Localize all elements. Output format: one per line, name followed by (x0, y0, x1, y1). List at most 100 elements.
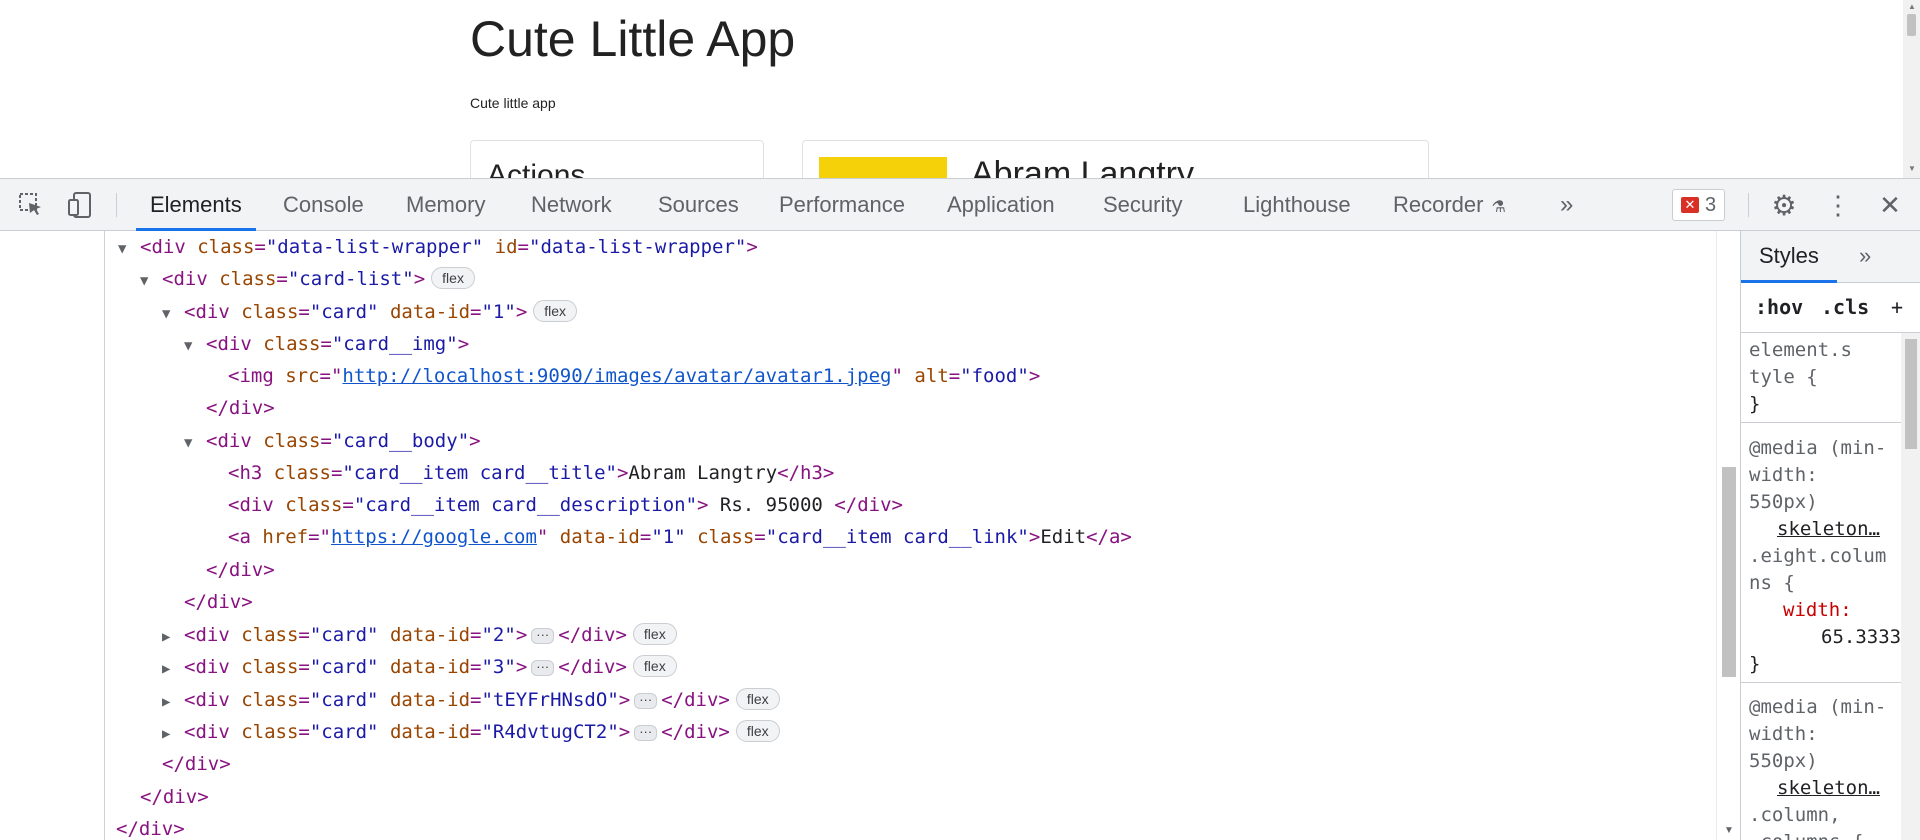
tab-elements[interactable]: Elements (136, 179, 256, 231)
tab-lighthouse[interactable]: Lighthouse (1229, 179, 1365, 231)
tree-node-close[interactable]: </div> (206, 554, 275, 586)
ellipsis-button[interactable]: ··· (634, 725, 658, 741)
tab-label: Recorder (1393, 192, 1484, 217)
ellipsis-button[interactable]: ··· (531, 660, 555, 676)
device-toolbar-icon[interactable] (64, 189, 96, 221)
attr-value: "R4dvtugCT2" (481, 721, 619, 743)
attr-value: "tEYFrHNsdO" (481, 689, 619, 711)
tab-styles[interactable]: Styles (1741, 231, 1837, 283)
tab-label: Sources (658, 192, 739, 217)
css-value[interactable]: 65.3333 (1749, 624, 1901, 651)
attr-value: "card" (309, 301, 379, 323)
attr-name: id (494, 236, 518, 258)
more-options-icon[interactable]: ⋮ (1822, 189, 1854, 221)
attr-name: class (241, 624, 299, 646)
attr-value: "card" (309, 721, 379, 743)
tree-node-card-4[interactable]: ▶ <div class="card" data-id="tEYFrHNsdO">… (162, 684, 780, 716)
href-link[interactable]: https://google.com (331, 526, 537, 548)
style-rule-columns[interactable]: @media (min- width: 550px) skeleton… .co… (1741, 690, 1901, 840)
devtools-panel: Elements Console Memory Network Sources … (0, 178, 1920, 840)
tab-memory[interactable]: Memory (392, 179, 499, 231)
tag-close: </div> (661, 721, 730, 743)
collapse-triangle-icon[interactable]: ▶ (162, 686, 184, 718)
tree-node-card-list[interactable]: ▼ <div class="card-list"> flex (140, 263, 475, 295)
flex-badge[interactable]: flex (632, 623, 677, 645)
page-scrollbar[interactable]: ▲ ▼ (1903, 0, 1920, 178)
tree-scrollbar[interactable]: ▼ (1716, 231, 1740, 840)
expand-triangle-icon[interactable]: ▼ (140, 265, 162, 297)
collapse-triangle-icon[interactable]: ▶ (162, 621, 184, 653)
gear-icon[interactable]: ⚙ (1768, 189, 1800, 221)
stylesheet-link[interactable]: skeleton… (1749, 775, 1901, 802)
tree-node-card-title[interactable]: <h3 class="card__item card__title">Abram… (228, 457, 834, 489)
tree-node-card-3[interactable]: ▶ <div class="card" data-id="3"> ··· </div>… (162, 651, 677, 683)
css-property[interactable]: width: (1749, 597, 1901, 624)
actions-heading: Actions (487, 159, 586, 178)
error-icon: ✕ (1681, 197, 1699, 213)
scrollbar-thumb[interactable] (1905, 339, 1917, 449)
flex-badge[interactable]: flex (632, 655, 677, 677)
scroll-up-icon[interactable]: ▲ (1908, 2, 1916, 11)
tree-node-card-img[interactable]: ▼ <div class="card__img"> (184, 328, 469, 360)
attr-name: class (697, 526, 755, 548)
tree-node-card-link[interactable]: <a href="https://google.com" data-id="1"… (228, 521, 1132, 553)
attr-value: "1" (481, 301, 516, 323)
collapse-triangle-icon[interactable]: ▶ (162, 718, 184, 750)
flex-badge[interactable]: flex (735, 688, 780, 710)
ellipsis-button[interactable]: ··· (531, 628, 555, 644)
flex-badge[interactable]: flex (533, 300, 578, 322)
inspect-element-icon[interactable] (15, 189, 47, 221)
attr-name: class (241, 301, 299, 323)
expand-triangle-icon[interactable]: ▼ (162, 298, 184, 330)
expand-triangle-icon[interactable]: ▼ (118, 233, 140, 265)
tree-node-card-description[interactable]: <div class="card__item card__description… (228, 489, 903, 521)
scrollbar-thumb[interactable] (1907, 14, 1916, 36)
media-query: 550px) (1749, 750, 1818, 772)
attr-name: class (197, 236, 255, 258)
actions-card: Actions (470, 140, 764, 178)
tab-security[interactable]: Security (1089, 179, 1196, 231)
tab-application[interactable]: Application (933, 179, 1069, 231)
attr-value: "1" (651, 526, 686, 548)
tab-sources[interactable]: Sources (644, 179, 753, 231)
tab-console[interactable]: Console (269, 179, 378, 231)
tree-node-close[interactable]: </div> (116, 813, 185, 840)
tree-node-close[interactable]: </div> (184, 586, 253, 618)
tree-node-img[interactable]: <img src="http://localhost:9090/images/a… (228, 360, 1040, 392)
styles-scrollbar[interactable] (1901, 333, 1920, 840)
tree-node-close[interactable]: </div> (206, 392, 275, 424)
scrollbar-thumb[interactable] (1722, 467, 1736, 677)
more-panes-icon[interactable]: » (1859, 243, 1871, 269)
ellipsis-button[interactable]: ··· (634, 693, 658, 709)
style-rule-eight-columns[interactable]: @media (min- width: 550px) skeleton… .ei… (1741, 431, 1901, 683)
error-count-badge[interactable]: ✕ 3 (1672, 189, 1726, 221)
flex-badge[interactable]: flex (735, 720, 780, 742)
person-card[interactable]: Abram Langtry (802, 140, 1429, 178)
tree-node-data-list-wrapper[interactable]: ▼ <div class="data-list-wrapper" id="data… (118, 231, 758, 263)
new-rule-button[interactable]: + (1891, 295, 1903, 319)
style-rule-element[interactable]: element.s tyle { } (1741, 333, 1901, 423)
attr-name: class (285, 494, 343, 516)
tab-network[interactable]: Network (517, 179, 626, 231)
expand-triangle-icon[interactable]: ▼ (184, 330, 206, 362)
stylesheet-link[interactable]: skeleton… (1749, 516, 1901, 543)
tab-recorder[interactable]: Recorder ⚗ (1379, 179, 1520, 231)
tree-node-card-2[interactable]: ▶ <div class="card" data-id="2"> ··· </div>… (162, 619, 677, 651)
collapse-triangle-icon[interactable]: ▶ (162, 653, 184, 685)
expand-triangle-icon[interactable]: ▼ (184, 427, 206, 459)
scroll-down-icon[interactable]: ▼ (1908, 164, 1916, 173)
tree-node-card-1[interactable]: ▼ <div class="card" data-id="1"> flex (162, 296, 578, 330)
tree-node-card-5[interactable]: ▶ <div class="card" data-id="R4dvtugCT2">… (162, 716, 780, 748)
tree-node-close[interactable]: </div> (162, 748, 231, 780)
scroll-down-icon[interactable]: ▼ (1724, 825, 1734, 836)
cls-toggle[interactable]: .cls (1821, 295, 1869, 319)
flex-badge[interactable]: flex (431, 267, 475, 289)
close-icon[interactable]: ✕ (1874, 189, 1906, 221)
tree-node-close[interactable]: </div> (140, 781, 209, 813)
more-tabs-icon[interactable]: » (1560, 191, 1573, 219)
attr-name: data-id (389, 721, 471, 743)
tab-performance[interactable]: Performance (765, 179, 919, 231)
tree-node-card-body[interactable]: ▼ <div class="card__body"> (184, 425, 481, 457)
hov-toggle[interactable]: :hov (1755, 295, 1803, 319)
src-link[interactable]: http://localhost:9090/images/avatar/avat… (342, 365, 891, 387)
